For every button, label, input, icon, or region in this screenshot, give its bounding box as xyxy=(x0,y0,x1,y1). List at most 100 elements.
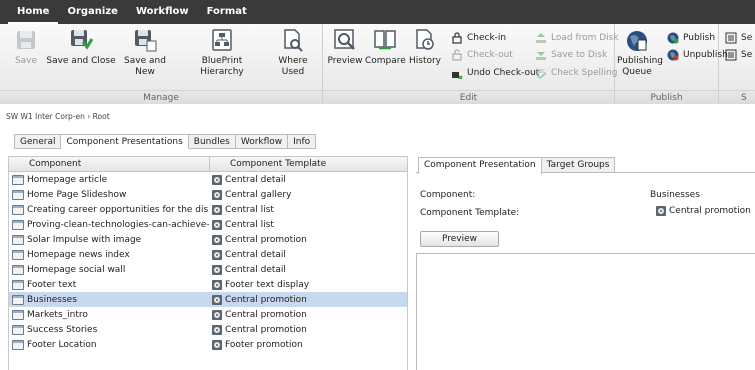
menu-tab-organize[interactable]: Organize xyxy=(58,0,127,24)
table-row[interactable]: Solar Impulse with image Central promotio… xyxy=(9,232,407,247)
breadcrumb: SW W1 Inter Corp-en › Root xyxy=(6,112,110,121)
component-field-label: Component: xyxy=(420,190,476,200)
preview-button[interactable]: Preview xyxy=(327,28,363,67)
tab-info[interactable]: Info xyxy=(288,134,317,149)
check-in-button[interactable]: Check-in xyxy=(451,32,506,44)
template-name: Central promotion xyxy=(225,294,307,305)
table-row[interactable]: Markets_intro Central promotion xyxy=(9,307,407,322)
unlock-icon xyxy=(452,49,462,61)
table-row[interactable]: Proving-clean-technologies-can-achieve- C… xyxy=(9,217,407,232)
save-close-icon xyxy=(71,30,93,50)
breadcrumb-root[interactable]: Root xyxy=(93,112,110,121)
undo-check-out-button[interactable]: Undo Check-out xyxy=(451,67,539,79)
table-row[interactable]: Success Stories Central promotion xyxy=(9,322,407,337)
preview-panel-button[interactable]: Preview xyxy=(420,231,499,247)
load-disk-icon xyxy=(536,33,546,43)
template-cell: Central promotion xyxy=(210,234,407,245)
component-template-icon xyxy=(212,264,222,275)
history-button[interactable]: History xyxy=(408,28,442,67)
publish-icon xyxy=(667,32,679,44)
check-spelling-button[interactable]: ABC Check Spelling xyxy=(535,67,617,79)
publish-button[interactable]: Publish xyxy=(667,32,715,44)
load-disk-label: Load from Disk xyxy=(551,33,619,43)
tab-workflow[interactable]: Workflow xyxy=(235,134,289,149)
component-name: Footer text xyxy=(27,279,77,290)
table-row[interactable]: Footer text Footer text display xyxy=(9,277,407,292)
ribbon: Save Save and Close Save and New BluePri… xyxy=(0,24,755,104)
tab-bundles[interactable]: Bundles xyxy=(188,134,236,149)
compare-button[interactable]: Compare xyxy=(365,28,406,67)
ribbon-group-publish: Publishing Queue Publish Unpublish Publi… xyxy=(615,24,728,104)
save-and-new-button[interactable]: Save and New xyxy=(122,28,168,78)
menu-tab-format[interactable]: Format xyxy=(198,0,256,24)
table-row[interactable]: Home Page Slideshow Central gallery xyxy=(9,187,407,202)
save-close-label: Save and Close xyxy=(46,56,116,66)
menu-tab-workflow[interactable]: Workflow xyxy=(127,0,198,24)
save-button[interactable]: Save xyxy=(14,28,38,67)
extra-label-2: Se xyxy=(741,50,753,60)
tab-general[interactable]: General xyxy=(14,134,62,149)
publish-group-label: Publish xyxy=(615,90,718,104)
undo-check-out-label: Undo Check-out xyxy=(467,68,540,78)
table-row[interactable]: Homepage news index Central detail xyxy=(9,247,407,262)
template-cell: Central promotion xyxy=(210,309,407,320)
table-row[interactable]: Businesses Central promotion xyxy=(9,292,407,307)
tab-target-groups[interactable]: Target Groups xyxy=(541,157,616,172)
table-row[interactable]: Homepage article Central detail xyxy=(9,172,407,187)
component-template-icon xyxy=(212,219,222,230)
component-cell: Home Page Slideshow xyxy=(9,189,210,200)
check-in-label: Check-in xyxy=(467,33,507,43)
component-icon xyxy=(12,174,24,185)
tab-component-presentations[interactable]: Component Presentations xyxy=(61,134,189,149)
template-cell: Central list xyxy=(210,219,407,230)
table-row[interactable]: Homepage social wall Central detail xyxy=(9,262,407,277)
component-cell: Solar Impulse with image xyxy=(9,234,210,245)
save-label: Save xyxy=(14,56,38,66)
component-icon xyxy=(12,339,24,350)
template-cell: Central detail xyxy=(210,264,407,275)
table-row[interactable]: Creating career opportunities for the di… xyxy=(9,202,407,217)
component-template-icon xyxy=(212,309,222,320)
component-icon xyxy=(12,234,24,245)
save-and-close-button[interactable]: Save and Close xyxy=(46,28,116,67)
panel-tabs: Component Presentation Target Groups xyxy=(416,156,755,174)
check-out-label: Check-out xyxy=(467,50,513,60)
spelling-icon: ABC xyxy=(535,69,547,79)
column-header-template[interactable]: Component Template xyxy=(210,157,407,171)
template-name: Central detail xyxy=(225,264,286,275)
component-name: Solar Impulse with image xyxy=(27,234,142,245)
extra-button-2[interactable]: Se xyxy=(725,49,752,61)
menu-tab-home[interactable]: Home xyxy=(8,0,59,24)
presentation-details-panel: Component Presentation Target Groups Com… xyxy=(416,156,755,370)
breadcrumb-publication[interactable]: SW W1 Inter Corp-en xyxy=(6,112,85,121)
where-used-icon xyxy=(284,29,303,52)
history-icon xyxy=(416,29,434,50)
blueprint-hierarchy-button[interactable]: BluePrint Hierarchy xyxy=(182,28,262,78)
table-row[interactable]: Footer Location Footer promotion xyxy=(9,337,407,352)
ribbon-group-edit: Preview Compare History Check-in Check-o… xyxy=(323,24,619,104)
component-cell: Homepage social wall xyxy=(9,264,210,275)
extra-group-label: S xyxy=(719,90,755,104)
queue-label-1: Publishing xyxy=(617,56,663,66)
extra-button-1[interactable]: Se xyxy=(725,32,752,44)
save-to-disk-button[interactable]: Save to Disk xyxy=(535,49,607,61)
template-cell: Footer promotion xyxy=(210,339,407,350)
component-icon xyxy=(12,324,24,335)
extra-label-1: Se xyxy=(741,33,753,43)
component-cell: Markets_intro xyxy=(9,309,210,320)
ribbon-group-extra: Se Se S xyxy=(719,24,755,104)
menu-bar: Home Organize Workflow Format xyxy=(0,0,755,24)
where-used-button[interactable]: Where Used xyxy=(266,28,320,78)
template-name: Footer text display xyxy=(225,279,310,290)
preview-label: Preview xyxy=(327,56,363,66)
globe-queue-icon xyxy=(627,31,647,51)
publishing-queue-button[interactable]: Publishing Queue xyxy=(617,28,663,78)
blueprint-icon xyxy=(212,29,232,51)
tab-component-presentation[interactable]: Component Presentation xyxy=(418,157,542,174)
check-out-button[interactable]: Check-out xyxy=(451,49,513,61)
template-field-value[interactable]: Central promotion xyxy=(656,206,751,216)
column-header-component[interactable]: Component xyxy=(9,157,210,171)
load-from-disk-button[interactable]: Load from Disk xyxy=(535,32,619,44)
component-name: Proving-clean-technologies-can-achieve- xyxy=(27,219,210,230)
compare-icon xyxy=(374,30,396,50)
